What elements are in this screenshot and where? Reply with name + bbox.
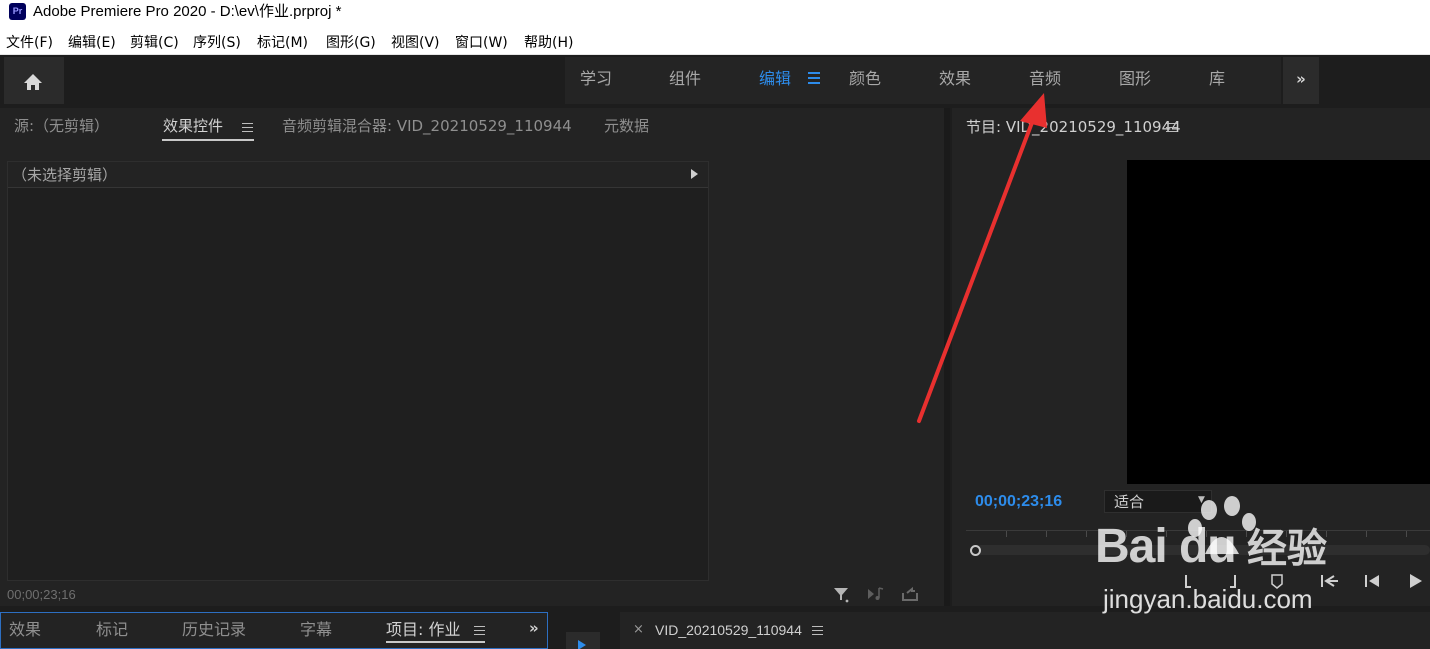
menu-clip[interactable]: 剪辑(C)	[130, 34, 179, 52]
menu-edit[interactable]: 编辑(E)	[68, 34, 116, 52]
effect-controls-timecode: 00;00;23;16	[7, 587, 76, 602]
filter-icon[interactable]	[832, 584, 850, 604]
program-video-preview	[1127, 160, 1430, 484]
project-panel-group	[0, 612, 548, 649]
title-bar: Pr Adobe Premiere Pro 2020 - D:\ev\作业.pr…	[0, 0, 1430, 29]
ruler-tick	[1046, 531, 1047, 537]
tab-effect-controls[interactable]: 效果控件	[163, 117, 223, 136]
project-menu-icon[interactable]	[474, 626, 485, 638]
menu-bar: 文件(F) 编辑(E) 剪辑(C) 序列(S) 标记(M) 图形(G) 视图(V…	[0, 29, 1430, 55]
program-timecode[interactable]: 00;00;23;16	[975, 492, 1062, 512]
tab-audio-clip-mixer[interactable]: 音频剪辑混合器: VID_20210529_110944	[282, 117, 572, 136]
tab-audio[interactable]: 音频	[1029, 69, 1061, 89]
tab-history[interactable]: 历史记录	[182, 620, 246, 640]
window-title: Adobe Premiere Pro 2020 - D:\ev\作业.prpro…	[33, 3, 342, 20]
tab-assembly[interactable]: 组件	[669, 69, 701, 89]
menu-file[interactable]: 文件(F)	[6, 34, 53, 52]
tab-graphics[interactable]: 图形	[1119, 69, 1151, 89]
panel-divider[interactable]	[944, 108, 950, 606]
workspace-menu-icon[interactable]	[808, 72, 820, 86]
watermark: Bai du 经验 jingyan.baidu.com	[1095, 492, 1425, 622]
watermark-url: jingyan.baidu.com	[1103, 584, 1313, 614]
home-button[interactable]	[4, 57, 64, 104]
menu-graphics[interactable]: 图形(G)	[326, 34, 376, 52]
active-tab-indicator	[386, 641, 485, 643]
premiere-logo-icon: Pr	[9, 3, 26, 20]
tab-effects[interactable]: 效果	[939, 69, 971, 89]
effect-controls-toolbar	[832, 584, 922, 604]
tab-project[interactable]: 项目: 作业	[386, 620, 460, 640]
sequence-tab[interactable]: VID_20210529_110944	[655, 621, 802, 639]
play-audio-icon[interactable]	[866, 584, 886, 604]
more-workspaces-button[interactable]: »	[1283, 57, 1319, 104]
active-tab-indicator	[162, 139, 254, 141]
sequence-menu-icon[interactable]	[812, 626, 823, 638]
tab-effects-panel[interactable]: 效果	[9, 620, 41, 640]
menu-help[interactable]: 帮助(H)	[524, 34, 573, 52]
tab-metadata[interactable]: 元数据	[604, 117, 649, 136]
more-panels-button[interactable]: »	[529, 619, 539, 637]
tab-source[interactable]: 源:（无剪辑）	[14, 117, 109, 136]
program-monitor-title[interactable]: 节目: VID_20210529_110944	[966, 118, 1181, 137]
menu-view[interactable]: 视图(V)	[391, 34, 440, 52]
tab-captions[interactable]: 字幕	[300, 620, 332, 640]
close-sequence-icon[interactable]: ×	[633, 622, 644, 637]
export-icon[interactable]	[900, 584, 920, 604]
watermark-brand: Bai du	[1095, 520, 1237, 573]
panel-menu-icon[interactable]	[242, 123, 253, 135]
tab-learning[interactable]: 学习	[580, 69, 612, 89]
menu-window[interactable]: 窗口(W)	[455, 34, 508, 52]
tab-markers[interactable]: 标记	[96, 620, 128, 640]
tab-libraries[interactable]: 库	[1209, 69, 1225, 89]
ruler-tick	[1086, 531, 1087, 537]
effect-controls-header: （未选择剪辑）	[8, 162, 708, 188]
no-clip-selected-label: （未选择剪辑）	[12, 166, 118, 184]
home-icon	[24, 74, 42, 90]
tab-color[interactable]: 颜色	[849, 69, 881, 89]
tab-editing[interactable]: 编辑	[759, 69, 791, 89]
program-menu-icon[interactable]	[1166, 123, 1177, 135]
playhead-handle[interactable]	[970, 545, 981, 556]
menu-sequence[interactable]: 序列(S)	[193, 34, 241, 52]
watermark-product: 经验	[1247, 526, 1327, 572]
effect-controls-area: （未选择剪辑）	[7, 161, 709, 581]
ruler-tick	[1006, 531, 1007, 537]
selection-tool-icon	[578, 640, 586, 649]
menu-markers[interactable]: 标记(M)	[257, 34, 308, 52]
expand-triangle-icon[interactable]	[691, 169, 698, 179]
